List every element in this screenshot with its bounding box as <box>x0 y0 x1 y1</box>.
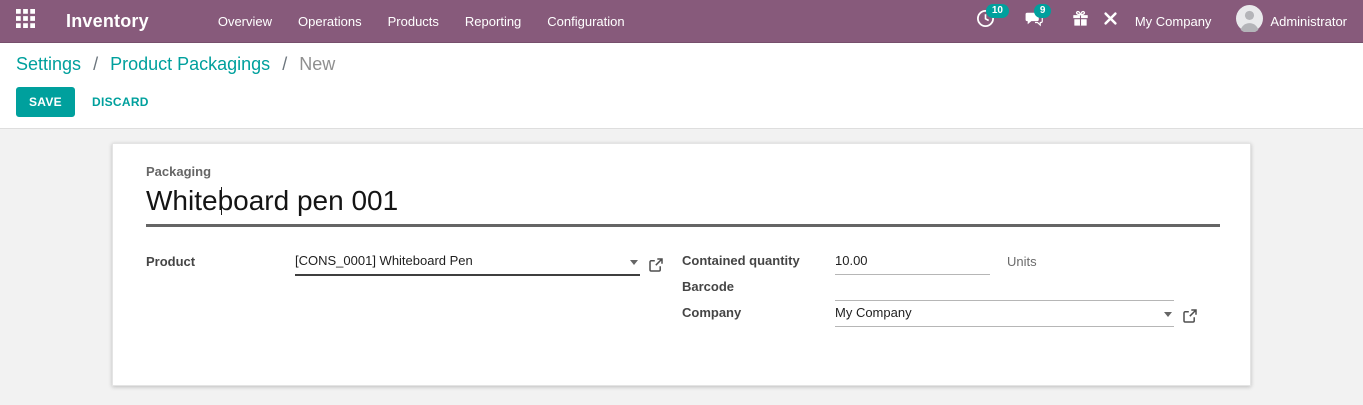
menu-reporting[interactable]: Reporting <box>452 0 534 43</box>
company-input[interactable] <box>835 305 1174 326</box>
discard-button[interactable]: DISCARD <box>92 95 149 109</box>
barcode-input[interactable] <box>835 279 1174 300</box>
apps-grid-icon <box>16 9 35 33</box>
product-dropdown-caret-icon[interactable] <box>630 260 638 265</box>
menu-products[interactable]: Products <box>375 0 452 43</box>
systray: 10 9 <box>963 5 1347 37</box>
contained-quantity-label: Contained quantity <box>682 253 835 275</box>
crossed-tools-icon <box>1102 10 1119 32</box>
main-content: Packaging Product <box>0 143 1363 405</box>
apps-menu-button[interactable] <box>16 9 35 33</box>
save-button[interactable]: SAVE <box>16 87 75 117</box>
referral-button[interactable] <box>1072 10 1089 32</box>
gift-icon <box>1072 10 1089 32</box>
barcode-input-box <box>835 279 1174 301</box>
text-cursor <box>221 187 222 215</box>
external-link-icon <box>1183 309 1197 323</box>
activities-button[interactable]: 10 <box>976 9 995 33</box>
contained-quantity-input[interactable] <box>835 253 990 274</box>
breadcrumb-product-packagings[interactable]: Product Packagings <box>110 54 270 74</box>
contained-quantity-field: Units <box>835 253 1218 275</box>
right-field-group: Contained quantity Units Barcode <box>682 253 1218 331</box>
company-label: Company <box>682 305 835 327</box>
form-sheet: Packaging Product <box>112 143 1251 386</box>
packaging-name-field-wrap <box>146 183 1220 227</box>
app-menu: Overview Operations Products Reporting C… <box>205 0 638 42</box>
support-tools-button[interactable] <box>1102 10 1119 32</box>
breadcrumb: Settings / Product Packagings / New <box>16 54 1363 75</box>
menu-operations[interactable]: Operations <box>285 0 375 43</box>
company-switcher[interactable]: My Company <box>1135 14 1212 29</box>
product-field <box>295 253 682 276</box>
barcode-field <box>835 279 1218 301</box>
packaging-label: Packaging <box>146 164 1218 179</box>
user-menu[interactable]: Administrator <box>1236 5 1347 37</box>
barcode-label: Barcode <box>682 279 835 301</box>
messages-button[interactable]: 9 <box>1024 9 1043 33</box>
external-link-icon <box>649 258 663 272</box>
product-row: Product <box>146 253 682 276</box>
packaging-name-input[interactable] <box>146 183 1220 224</box>
control-panel: Settings / Product Packagings / New SAVE… <box>0 43 1363 129</box>
company-row: Company <box>682 305 1218 327</box>
menu-configuration[interactable]: Configuration <box>534 0 637 43</box>
left-field-group: Product <box>146 253 682 331</box>
barcode-row: Barcode <box>682 279 1218 301</box>
activity-count-badge: 10 <box>986 4 1009 18</box>
product-input-box <box>295 253 640 276</box>
menu-overview[interactable]: Overview <box>205 0 285 43</box>
company-field <box>835 305 1218 327</box>
field-columns: Product <box>146 253 1218 331</box>
breadcrumb-settings[interactable]: Settings <box>16 54 81 74</box>
uom-label: Units <box>1007 254 1037 275</box>
company-dropdown-caret-icon[interactable] <box>1164 312 1172 317</box>
breadcrumb-separator: / <box>282 54 287 74</box>
breadcrumb-separator: / <box>93 54 98 74</box>
breadcrumb-current: New <box>299 54 335 74</box>
product-input[interactable] <box>295 253 640 274</box>
contained-quantity-row: Contained quantity Units <box>682 253 1218 275</box>
message-count-badge: 9 <box>1034 4 1052 18</box>
product-label: Product <box>146 254 295 276</box>
avatar <box>1236 5 1263 37</box>
top-navbar: Inventory Overview Operations Products R… <box>0 0 1363 43</box>
control-panel-buttons: SAVE DISCARD <box>16 87 1363 117</box>
user-name: Administrator <box>1270 14 1347 29</box>
company-external-link-button[interactable] <box>1183 309 1197 323</box>
app-name[interactable]: Inventory <box>66 11 149 32</box>
contained-quantity-input-box <box>835 253 990 275</box>
company-input-box <box>835 305 1174 327</box>
product-external-link-button[interactable] <box>649 258 663 272</box>
